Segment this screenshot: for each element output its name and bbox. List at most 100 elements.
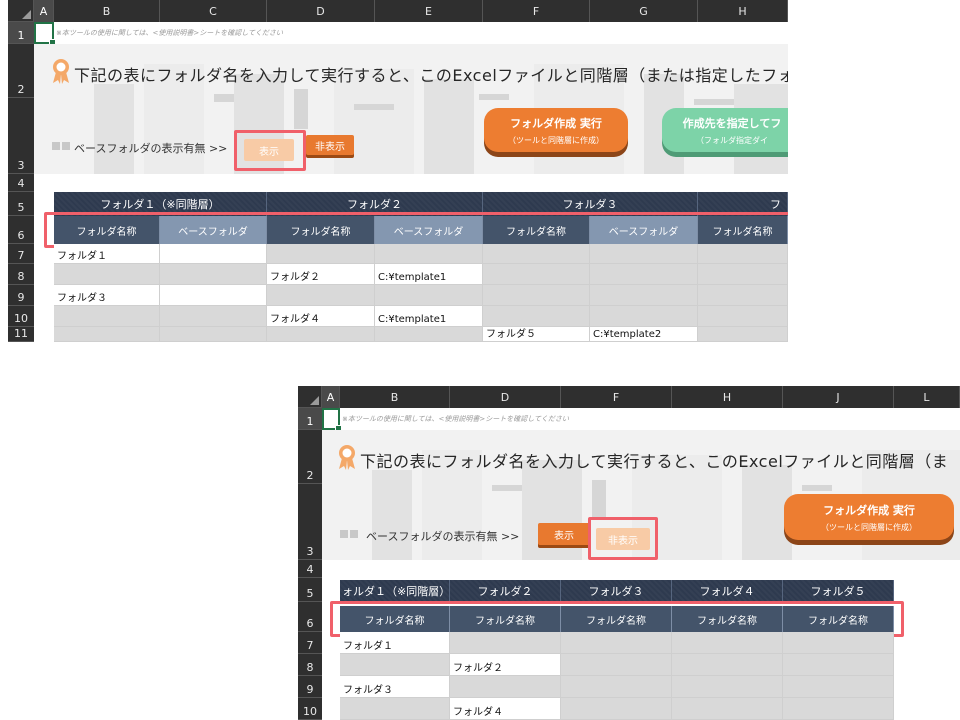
cell-g10[interactable] (590, 306, 698, 327)
cell-d10[interactable]: フォルダ４ (267, 306, 375, 327)
cell-c11[interactable] (160, 327, 267, 342)
row-header-5[interactable]: 5 (8, 192, 34, 216)
cell-f8[interactable] (561, 654, 672, 676)
row-header-11[interactable]: 11 (8, 327, 34, 342)
cell-e9[interactable] (375, 285, 483, 306)
row-header-6[interactable]: 6 (298, 602, 322, 632)
col-header-l[interactable]: L (894, 386, 960, 408)
row-header-6[interactable]: 6 (8, 216, 34, 244)
cell-b11[interactable] (54, 327, 160, 342)
col-header-f[interactable]: F (483, 0, 590, 22)
cell-g7[interactable] (590, 244, 698, 264)
select-all-corner[interactable] (298, 386, 322, 408)
cell-d10[interactable]: フォルダ４ (450, 698, 561, 720)
row-header-4[interactable]: 4 (8, 174, 34, 192)
col-header-b[interactable]: B (54, 0, 160, 22)
row-header-2[interactable]: 2 (8, 44, 34, 98)
run-button[interactable]: フォルダ作成 実行 （ツールと同階層に作成） (484, 108, 628, 152)
row-header-2[interactable]: 2 (298, 430, 322, 484)
col-header-h[interactable]: H (672, 386, 783, 408)
col-header-d[interactable]: D (450, 386, 561, 408)
cell-h8[interactable] (672, 654, 783, 676)
cell-e7[interactable] (375, 244, 483, 264)
cell-c9[interactable] (160, 285, 267, 306)
cell-g9[interactable] (590, 285, 698, 306)
cell-d8[interactable]: フォルダ２ (450, 654, 561, 676)
row-header-3[interactable]: 3 (298, 484, 322, 560)
col-header-a[interactable]: A (322, 386, 340, 408)
cell-c8[interactable] (160, 264, 267, 285)
col-header-g[interactable]: G (590, 0, 698, 22)
row-header-10[interactable]: 10 (298, 698, 322, 720)
cell-f7[interactable] (483, 244, 590, 264)
row-header-3[interactable]: 3 (8, 98, 34, 174)
cell-h7[interactable] (698, 244, 788, 264)
cell-h8[interactable] (698, 264, 788, 285)
select-all-corner[interactable] (8, 0, 34, 22)
cell-j7[interactable] (783, 632, 894, 654)
cell-d9[interactable] (267, 285, 375, 306)
row-header-9[interactable]: 9 (298, 676, 322, 698)
col-header-c[interactable]: C (160, 0, 267, 22)
cell-d11[interactable] (267, 327, 375, 342)
run-button[interactable]: フォルダ作成 実行 （ツールと同階層に作成） (784, 494, 954, 540)
row-header-10[interactable]: 10 (8, 306, 34, 327)
cell-b10[interactable] (340, 698, 450, 720)
cell-f7[interactable] (561, 632, 672, 654)
row-header-1[interactable]: 1 (298, 408, 322, 430)
show-button[interactable]: 表示 (538, 523, 590, 545)
cell-f9[interactable] (483, 285, 590, 306)
cell-b7[interactable]: フォルダ１ (340, 632, 450, 654)
cell-h9[interactable] (672, 676, 783, 698)
row-header-7[interactable]: 7 (8, 244, 34, 264)
cell-f11[interactable]: フォルダ５ (483, 327, 590, 342)
cell-j8[interactable] (783, 654, 894, 676)
cell-e11[interactable] (375, 327, 483, 342)
cell-c7[interactable] (160, 244, 267, 264)
col-header-j[interactable]: J (783, 386, 894, 408)
row-header-5[interactable]: 5 (298, 578, 322, 602)
cell-e8[interactable]: C:¥template1 (375, 264, 483, 285)
cell-f9[interactable] (561, 676, 672, 698)
cell-b8[interactable] (54, 264, 160, 285)
col-header-f[interactable]: F (561, 386, 672, 408)
cell-h11[interactable] (698, 327, 788, 342)
col-header-e[interactable]: E (375, 0, 483, 22)
hide-button[interactable]: 非表示 (306, 135, 354, 155)
cell-g8[interactable] (590, 264, 698, 285)
cell-d7[interactable] (450, 632, 561, 654)
cell-j10[interactable] (783, 698, 894, 720)
row-header-8[interactable]: 8 (298, 654, 322, 676)
active-cell-a1[interactable] (34, 22, 56, 46)
cell-c10[interactable] (160, 306, 267, 327)
row-header-9[interactable]: 9 (8, 285, 34, 306)
cell-e10[interactable]: C:¥template1 (375, 306, 483, 327)
cell-d8[interactable]: フォルダ２ (267, 264, 375, 285)
row-header-4[interactable]: 4 (298, 560, 322, 578)
cell-d7[interactable] (267, 244, 375, 264)
cell-h10[interactable] (672, 698, 783, 720)
cell-j9[interactable] (783, 676, 894, 698)
run-to-destination-button[interactable]: 作成先を指定してフ （フォルダ指定ダイ (662, 108, 788, 152)
cell-f10[interactable] (561, 698, 672, 720)
col-header-b[interactable]: B (340, 386, 450, 408)
row-header-8[interactable]: 8 (8, 264, 34, 285)
cell-f10[interactable] (483, 306, 590, 327)
cell-b10[interactable] (54, 306, 160, 327)
cell-b8[interactable] (340, 654, 450, 676)
cell-f8[interactable] (483, 264, 590, 285)
cell-h9[interactable] (698, 285, 788, 306)
cell-b7[interactable]: フォルダ１ (54, 244, 160, 264)
row-header-7[interactable]: 7 (298, 632, 322, 654)
col-header-d[interactable]: D (267, 0, 375, 22)
cell-d9[interactable] (450, 676, 561, 698)
col-header-h[interactable]: H (698, 0, 788, 22)
cell-b9[interactable]: フォルダ３ (54, 285, 160, 306)
active-cell-a1[interactable] (322, 408, 342, 432)
cell-g11[interactable]: C:¥template2 (590, 327, 698, 342)
cell-b9[interactable]: フォルダ３ (340, 676, 450, 698)
cell-h10[interactable] (698, 306, 788, 327)
cell-h7[interactable] (672, 632, 783, 654)
row-header-1[interactable]: 1 (8, 22, 34, 44)
col-header-a[interactable]: A (34, 0, 54, 22)
